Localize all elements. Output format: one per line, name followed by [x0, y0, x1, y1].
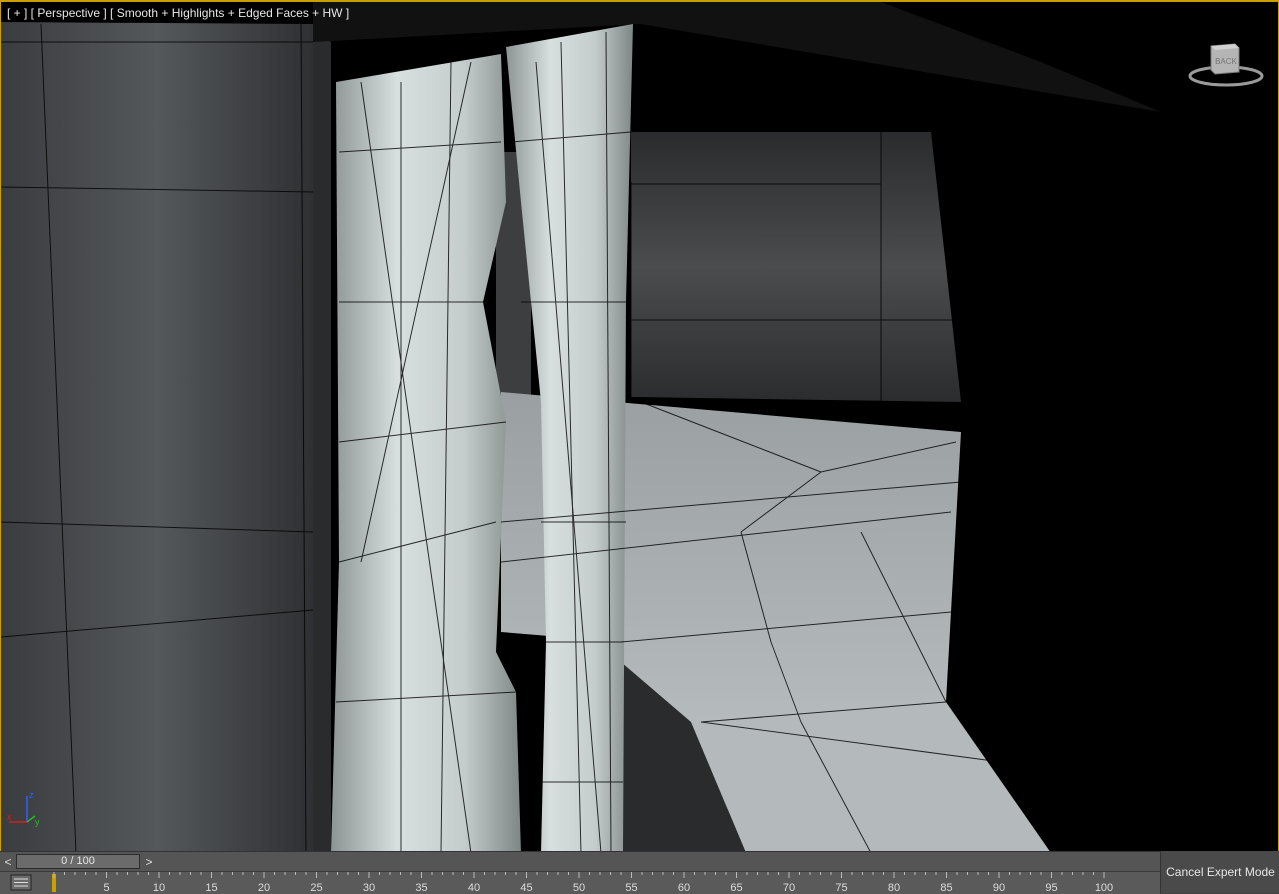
track-tick-label: 20 — [258, 882, 270, 894]
axis-tripod-icon: z x y — [7, 790, 40, 827]
track-tick-label: 25 — [310, 882, 322, 894]
track-tick-label: 60 — [678, 882, 690, 894]
axis-x-label: x — [7, 812, 12, 822]
track-tick-label: 30 — [363, 882, 375, 894]
previous-frame-button[interactable]: < — [2, 854, 14, 870]
track-scale[interactable]: 5 10 15 20 25 30 35 40 45 50 55 60 65 70 75 80 85 90 95 100 — [44, 872, 1154, 894]
track-tick-label: 95 — [1045, 882, 1057, 894]
expert-mode-area: Cancel Expert Mode — [1160, 851, 1279, 893]
track-tick-label: 65 — [730, 882, 742, 894]
trackbar[interactable]: 5 10 15 20 25 30 35 40 45 50 55 60 65 70 75 80 85 90 95 100 — [0, 871, 1160, 894]
track-tick-label: 50 — [573, 882, 585, 894]
track-tick-label: 15 — [205, 882, 217, 894]
track-tick-label: 45 — [520, 882, 532, 894]
time-slider-bar: < 0 / 100 > — [0, 851, 1160, 872]
axis-z-label: z — [29, 790, 34, 800]
perspective-viewport[interactable]: [ + ] [ Perspective ] [ Smooth + Highlig… — [0, 0, 1279, 851]
track-tick-label: 85 — [940, 882, 952, 894]
track-tick-label: 5 — [103, 882, 109, 894]
track-tick-label: 70 — [783, 882, 795, 894]
viewport-label[interactable]: [ + ] [ Perspective ] [ Smooth + Highlig… — [7, 6, 349, 20]
track-ticks: 5 10 15 20 25 30 35 40 45 50 55 60 65 70 75 80 85 90 95 100 — [53, 872, 1113, 894]
viewcube-icon[interactable]: BACK — [1187, 40, 1265, 90]
track-tick-label: 10 — [153, 882, 165, 894]
scene-render — [1, 2, 1278, 851]
track-tick-label: 100 — [1095, 882, 1113, 894]
track-tick-label: 90 — [993, 882, 1005, 894]
trackbar-filter-icon[interactable] — [10, 874, 32, 891]
track-tick-label: 40 — [468, 882, 480, 894]
cancel-expert-mode-button[interactable]: Cancel Expert Mode — [1161, 865, 1279, 879]
track-tick-label: 80 — [888, 882, 900, 894]
time-slider[interactable]: 0 / 100 — [16, 854, 140, 869]
track-tick-label: 55 — [625, 882, 637, 894]
viewcube-face-label: BACK — [1215, 57, 1237, 66]
axis-y-label: y — [35, 817, 40, 827]
track-tick-label: 35 — [415, 882, 427, 894]
next-frame-button[interactable]: > — [142, 854, 156, 870]
track-tick-label: 75 — [835, 882, 847, 894]
